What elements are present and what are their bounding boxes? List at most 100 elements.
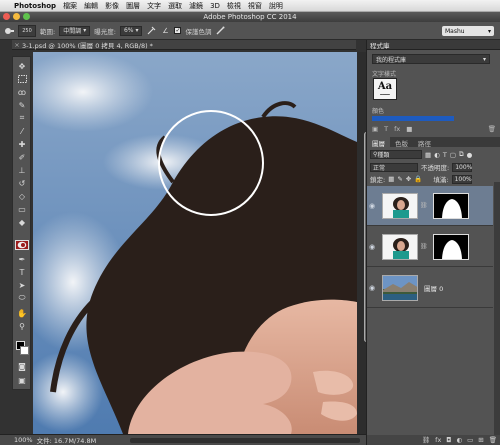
quick-select-tool-icon[interactable]: ✎ (15, 100, 29, 110)
history-brush-tool-icon[interactable]: ↺ (15, 178, 29, 188)
pen-tool-icon[interactable]: ✒ (15, 254, 29, 264)
link-icon[interactable]: ⛓ (420, 243, 428, 250)
canvas-vertical-scrollbar[interactable] (357, 52, 369, 434)
add-graphic-icon[interactable]: ▣ (372, 125, 378, 133)
healing-brush-tool-icon[interactable]: ✚ (15, 139, 29, 149)
minimize-window-button[interactable] (13, 13, 20, 20)
menu-select[interactable]: 選取 (168, 1, 182, 11)
add-mask-icon[interactable]: ◘ (446, 436, 451, 444)
app-menu[interactable]: Photoshop (14, 2, 56, 10)
eye-icon[interactable]: ◉ (367, 284, 377, 292)
layer-thumbnail[interactable] (382, 192, 418, 219)
link-icon[interactable]: ⛓ (420, 202, 428, 209)
lock-all-icon[interactable]: 🔒 (414, 175, 422, 183)
document-canvas[interactable] (33, 52, 357, 434)
tab-paths[interactable]: 路徑 (413, 137, 436, 148)
fill-field[interactable]: 100% (451, 174, 472, 184)
add-color-icon[interactable]: ■ (406, 125, 412, 133)
filter-type-icon[interactable]: T (443, 151, 447, 159)
character-style-thumbnail[interactable]: Aa ━━━━ (373, 78, 397, 100)
filter-toggle-icon[interactable]: ● (467, 151, 473, 159)
layer-name[interactable]: 圖層 0 (424, 283, 443, 293)
crop-tool-icon[interactable]: ⌗ (15, 113, 29, 123)
menu-window[interactable]: 視窗 (248, 1, 262, 11)
add-layer-style-icon[interactable]: fx (394, 125, 400, 133)
screen-mode-icon[interactable]: ▣ (15, 375, 29, 385)
layer-mask-thumbnail[interactable] (432, 192, 469, 219)
document-size[interactable]: 文件: 16.7M/74.8M (37, 435, 97, 445)
layer-row-3[interactable]: ◉ 圖層 0 (367, 268, 493, 308)
gradient-tool-icon[interactable]: ▭ (15, 204, 29, 214)
library-select[interactable]: 我的程式庫 ▾ (372, 54, 490, 64)
path-select-tool-icon[interactable]: ➤ (15, 280, 29, 290)
filter-smart-icon[interactable]: ⧉ (459, 150, 464, 159)
layer-thumbnail[interactable] (382, 233, 418, 260)
lock-position-icon[interactable]: ✥ (406, 175, 411, 183)
layer-row-2[interactable]: ◉ ⛓ (367, 227, 493, 267)
library-color-swatch[interactable] (372, 116, 454, 121)
adjustment-layer-icon[interactable]: ◐ (456, 436, 462, 444)
shape-tool-icon[interactable]: ⬭ (15, 293, 29, 303)
blur-tool-icon[interactable]: ◆ (15, 217, 29, 227)
quick-mask-icon[interactable]: ◙ (15, 361, 29, 371)
link-layers-icon[interactable]: ⛓ (422, 436, 430, 444)
menu-file[interactable]: 檔案 (63, 1, 77, 11)
lock-transparent-icon[interactable]: ▦ (388, 175, 394, 183)
zoom-level[interactable]: 100% (14, 436, 33, 444)
marquee-tool-icon[interactable] (15, 74, 29, 84)
menu-edit[interactable]: 編輯 (84, 1, 98, 11)
brush-tool-icon[interactable]: ✐ (15, 152, 29, 162)
close-tab-icon[interactable]: × (12, 41, 22, 49)
zoom-tool-icon[interactable]: ⚲ (15, 321, 29, 331)
eye-icon[interactable]: ◉ (367, 243, 377, 251)
workspace-switcher[interactable]: Mashu ▾ (442, 26, 494, 36)
menu-filter[interactable]: 濾鏡 (189, 1, 203, 11)
menu-layer[interactable]: 圖層 (126, 1, 140, 11)
filter-pixel-icon[interactable]: ▦ (425, 151, 431, 159)
menu-image[interactable]: 影像 (105, 1, 119, 11)
layer-filter-select[interactable]: ⚲ 種類 (370, 150, 422, 159)
tab-channels[interactable]: 色版 (390, 137, 413, 148)
opacity-field[interactable]: 100% (452, 162, 472, 172)
document-tab[interactable]: × 3-1.psd @ 100% (圖層 0 拷貝 4, RGB/8) * (12, 40, 356, 50)
add-character-style-icon[interactable]: T (384, 125, 388, 133)
pressure-size-icon[interactable] (215, 26, 225, 36)
menu-view[interactable]: 檢視 (227, 1, 241, 11)
tool-preset-icon[interactable] (4, 26, 14, 36)
layers-scrollbar[interactable] (494, 182, 500, 437)
zoom-window-button[interactable] (23, 13, 30, 20)
new-group-icon[interactable]: ▭ (467, 436, 473, 444)
menu-3d[interactable]: 3D (210, 2, 220, 10)
menu-help[interactable]: 說明 (269, 1, 283, 11)
library-trash-icon[interactable]: 🗑 (488, 125, 496, 133)
range-select[interactable]: 中間調 ▾ (59, 25, 91, 36)
lock-paint-icon[interactable]: ✎ (397, 175, 402, 183)
lasso-tool-icon[interactable]: ꝏ (15, 87, 29, 97)
eye-icon[interactable]: ◉ (367, 202, 377, 210)
eyedropper-tool-icon[interactable]: ⁄ (15, 126, 29, 136)
layer-mask-thumbnail[interactable] (432, 233, 469, 260)
layer-thumbnail[interactable] (382, 274, 418, 301)
canvas-horizontal-scrollbar[interactable] (130, 438, 360, 443)
protect-tones-checkbox[interactable]: ✓ (174, 27, 182, 34)
filter-shape-icon[interactable]: ▢ (450, 151, 456, 159)
menu-type[interactable]: 文字 (147, 1, 161, 11)
tab-layers[interactable]: 圖層 (367, 137, 390, 148)
blend-mode-select[interactable]: 正常 (370, 162, 418, 172)
filter-adjust-icon[interactable]: ◐ (434, 151, 440, 159)
new-layer-icon[interactable]: ⊞ (478, 436, 483, 444)
delete-layer-icon[interactable]: 🗑 (489, 436, 497, 444)
angle-icon[interactable]: ∠ (160, 26, 170, 36)
library-panel-title[interactable]: 程式庫 (367, 40, 500, 50)
eraser-tool-icon[interactable]: ◇ (15, 191, 29, 201)
background-color-swatch[interactable] (20, 346, 29, 355)
close-window-button[interactable] (3, 13, 10, 20)
exposure-field[interactable]: 6% ▾ (119, 25, 143, 36)
burn-tool-icon[interactable] (15, 240, 29, 250)
hand-tool-icon[interactable]: ✋ (15, 308, 29, 318)
clone-stamp-tool-icon[interactable]: ⊥ (15, 165, 29, 175)
layer-style-icon[interactable]: fx (435, 436, 441, 444)
brush-size-picker[interactable]: 250 (18, 24, 36, 37)
type-tool-icon[interactable]: T (15, 267, 29, 277)
layer-row-1[interactable]: ◉ ⛓ (367, 186, 493, 226)
